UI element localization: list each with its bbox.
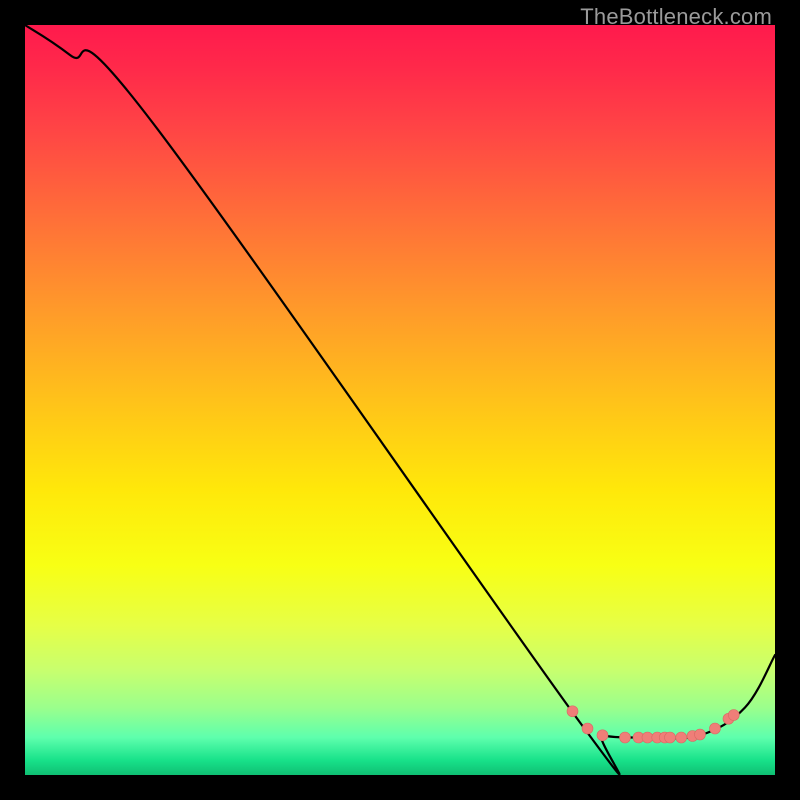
curve-markers bbox=[567, 706, 739, 743]
curve-marker bbox=[642, 732, 653, 743]
chart-frame: TheBottleneck.com bbox=[0, 0, 800, 800]
bottleneck-curve bbox=[25, 25, 775, 774]
plot-area bbox=[25, 25, 775, 775]
curve-marker bbox=[597, 730, 608, 741]
curve-marker bbox=[665, 732, 676, 743]
curve-marker bbox=[695, 729, 706, 740]
curve-marker bbox=[728, 710, 739, 721]
curve-marker bbox=[582, 723, 593, 734]
curve-marker bbox=[710, 723, 721, 734]
curve-marker bbox=[620, 732, 631, 743]
curve-layer bbox=[25, 25, 775, 775]
curve-marker bbox=[567, 706, 578, 717]
curve-marker bbox=[676, 732, 687, 743]
